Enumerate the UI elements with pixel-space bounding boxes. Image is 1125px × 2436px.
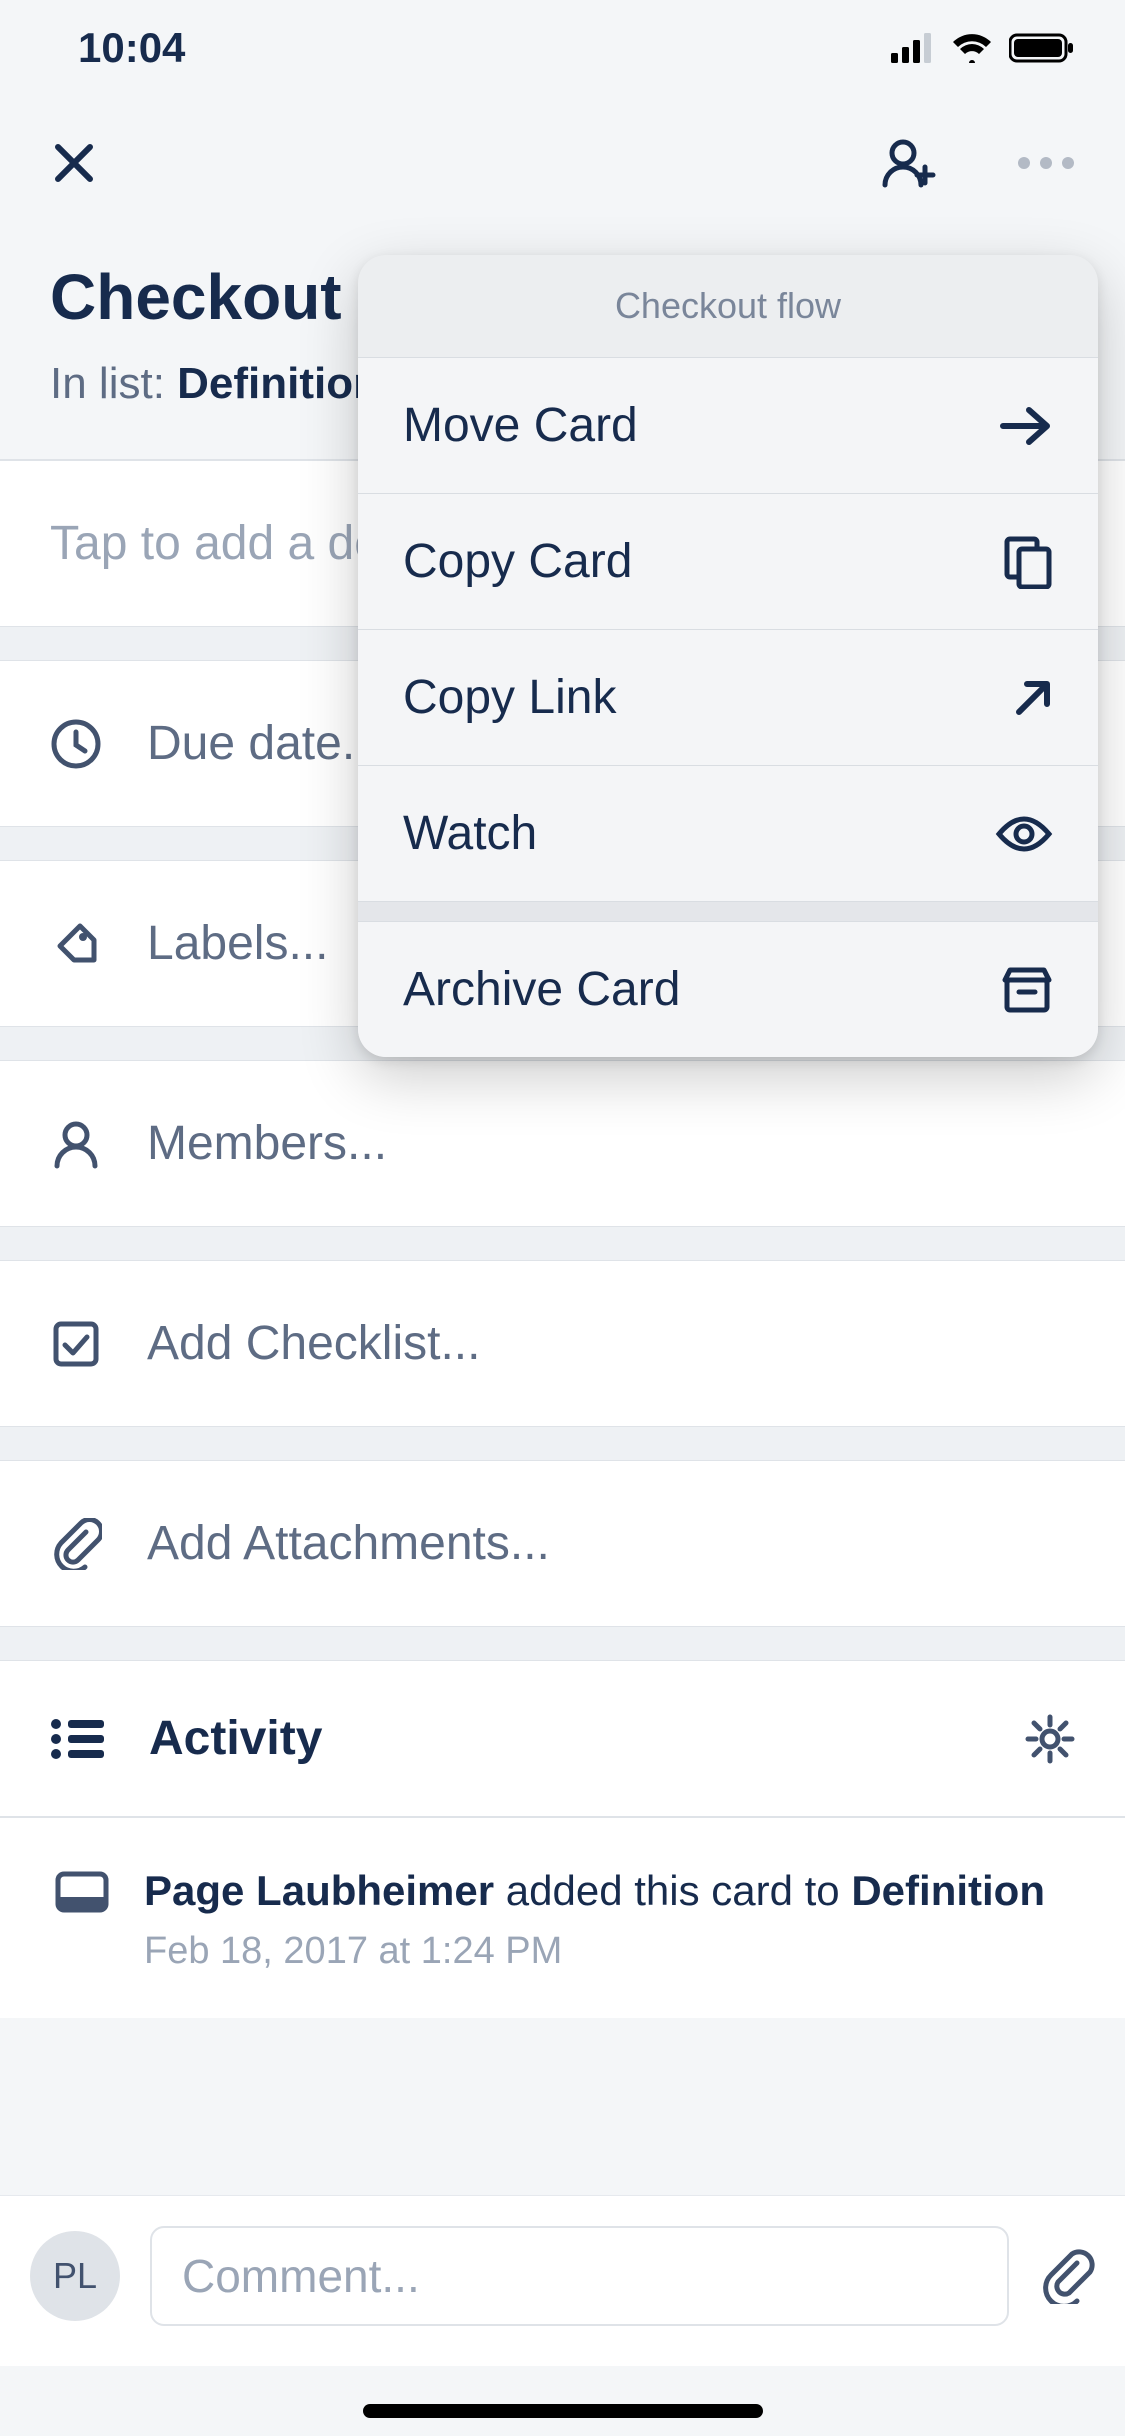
avatar-initials: PL <box>53 2255 97 2297</box>
activity-middle: added this card to <box>494 1867 851 1914</box>
copy-icon <box>1003 535 1053 589</box>
menu-label: Move Card <box>403 398 638 453</box>
activity-target: Definition <box>851 1867 1045 1914</box>
menu-label: Copy Link <box>403 670 616 725</box>
card-actions-menu: Checkout flow Move Card Copy Card Copy L… <box>358 255 1098 1057</box>
activity-header: Activity <box>0 1661 1125 1816</box>
card-list-name: Definition <box>177 359 380 408</box>
activity-date: Feb 18, 2017 at 1:24 PM <box>144 1930 1045 1973</box>
card-icon <box>55 1863 109 1973</box>
activity-title: Activity <box>149 1711 322 1766</box>
activity-list-icon <box>50 1717 104 1761</box>
menu-label: Watch <box>403 806 537 861</box>
tag-icon <box>50 918 102 970</box>
battery-icon <box>1009 33 1075 63</box>
menu-watch[interactable]: Watch <box>358 766 1098 902</box>
activity-item: Page Laubheimer added this card to Defin… <box>0 1818 1125 2018</box>
menu-archive-card[interactable]: Archive Card <box>358 922 1098 1057</box>
checklist-label: Add Checklist... <box>147 1316 1075 1371</box>
section-gap <box>0 1626 1125 1661</box>
comment-input[interactable] <box>150 2226 1009 2326</box>
popup-title: Checkout flow <box>358 255 1098 358</box>
wifi-icon <box>951 33 993 63</box>
attach-button[interactable] <box>1039 2248 1095 2304</box>
status-bar: 10:04 <box>0 0 1125 95</box>
checkbox-icon <box>50 1318 102 1370</box>
menu-label: Archive Card <box>403 962 680 1017</box>
arrow-right-icon <box>999 405 1053 447</box>
menu-copy-link[interactable]: Copy Link <box>358 630 1098 766</box>
menu-label: Copy Card <box>403 534 632 589</box>
more-button[interactable] <box>1017 156 1075 170</box>
paperclip-icon <box>50 1518 102 1570</box>
menu-move-card[interactable]: Move Card <box>358 358 1098 494</box>
arrow-up-right-icon <box>1013 678 1053 718</box>
activity-settings-button[interactable] <box>1025 1714 1075 1764</box>
home-indicator[interactable] <box>363 2404 763 2418</box>
menu-copy-card[interactable]: Copy Card <box>358 494 1098 630</box>
clock-icon <box>50 718 102 770</box>
members-label: Members... <box>147 1116 1075 1171</box>
status-time: 10:04 <box>78 24 185 72</box>
menu-separator <box>358 902 1098 922</box>
nav-bar <box>0 95 1125 230</box>
activity-text: Page Laubheimer added this card to Defin… <box>144 1863 1045 1920</box>
section-gap <box>0 1426 1125 1461</box>
activity-actor: Page Laubheimer <box>144 1867 494 1914</box>
status-indicators <box>891 33 1075 63</box>
close-button[interactable] <box>50 139 98 187</box>
add-member-button[interactable] <box>881 135 937 191</box>
archive-icon <box>1001 966 1053 1014</box>
comment-bar: PL <box>0 2195 1125 2366</box>
avatar[interactable]: PL <box>30 2231 120 2321</box>
person-icon <box>50 1118 102 1170</box>
checklist-row[interactable]: Add Checklist... <box>0 1261 1125 1426</box>
section-gap <box>0 1226 1125 1261</box>
card-list-prefix: In list: <box>50 359 177 408</box>
members-row[interactable]: Members... <box>0 1061 1125 1226</box>
attachments-label: Add Attachments... <box>147 1516 1075 1571</box>
attachments-row[interactable]: Add Attachments... <box>0 1461 1125 1626</box>
cellular-icon <box>891 33 935 63</box>
eye-icon <box>995 814 1053 854</box>
